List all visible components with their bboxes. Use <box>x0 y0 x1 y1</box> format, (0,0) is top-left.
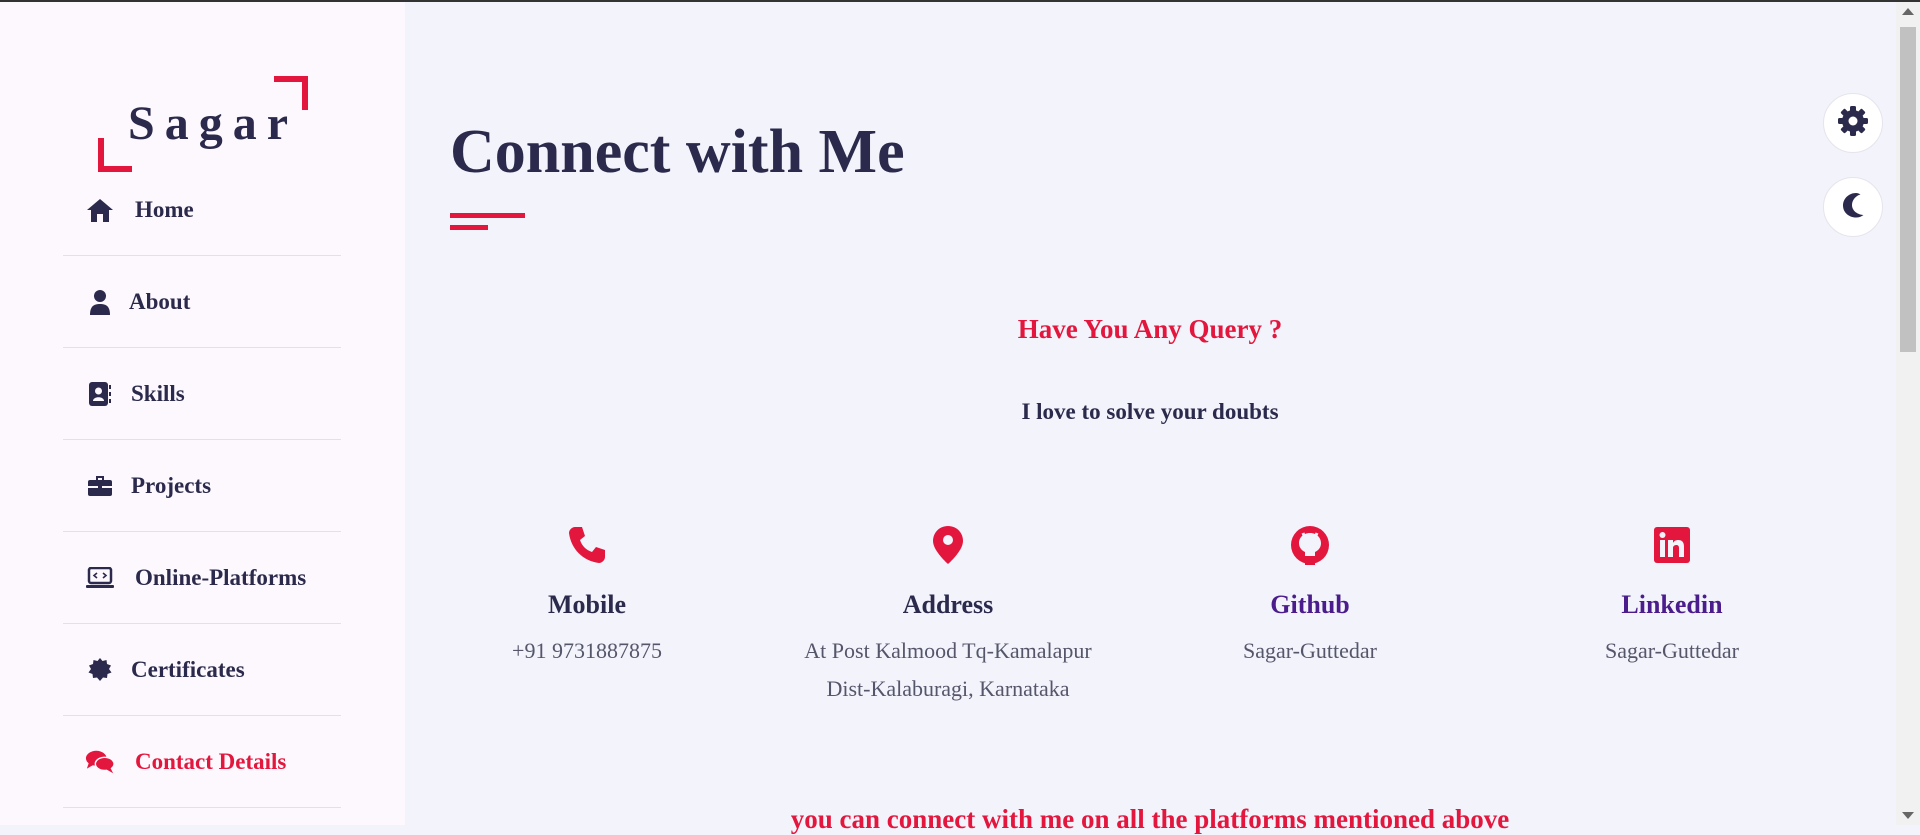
sidebar-item-home[interactable]: Home <box>63 164 341 256</box>
contact-card-line: Dist-Kalaburagi, Karnataka <box>826 676 1070 701</box>
title-underline-long <box>450 213 525 218</box>
settings-button[interactable] <box>1823 93 1883 153</box>
github-link[interactable]: Github <box>1130 590 1490 620</box>
briefcase-icon <box>85 471 115 501</box>
contact-card-line: Sagar-Guttedar <box>1243 638 1377 663</box>
contact-card-title: Address <box>902 590 994 619</box>
sidebar-item-label: Certificates <box>131 656 245 682</box>
page-title: Connect with Me <box>450 118 905 186</box>
address-book-icon <box>85 379 115 409</box>
user-icon <box>85 287 115 317</box>
phone-icon <box>407 522 767 568</box>
contact-card-linkedin[interactable]: Linkedin Sagar-Guttedar <box>1492 522 1852 670</box>
logo-text: Sagar <box>128 97 298 150</box>
map-marker-icon <box>768 522 1128 568</box>
gear-icon <box>1837 105 1869 142</box>
bottom-note: you can connect with me on all the platf… <box>790 804 1510 834</box>
moon-icon <box>1839 191 1867 224</box>
page-scrollbar[interactable] <box>1896 2 1920 825</box>
contact-card-line: Sagar-Guttedar <box>1605 638 1739 663</box>
contact-card-text: Sagar-Guttedar <box>1130 632 1490 670</box>
sidebar-item-certificates[interactable]: Certificates <box>63 624 341 716</box>
sidebar: Sagar Home About Skills Projects Online-… <box>0 2 405 825</box>
sidebar-item-contact-details[interactable]: Contact Details <box>63 716 341 808</box>
theme-toggle-button[interactable] <box>1823 177 1883 237</box>
logo[interactable]: Sagar <box>98 76 308 172</box>
linkedin-icon <box>1492 522 1852 568</box>
sidebar-item-projects[interactable]: Projects <box>63 440 341 532</box>
scroll-down-arrow-icon[interactable] <box>1902 812 1914 819</box>
sidebar-item-label: Projects <box>131 472 212 498</box>
comments-icon <box>85 747 115 777</box>
contact-card-github[interactable]: Github Sagar-Guttedar <box>1130 522 1490 670</box>
sidebar-item-label: About <box>129 288 191 314</box>
sidebar-item-label: Contact Details <box>135 748 287 774</box>
sidebar-item-label: Skills <box>131 380 185 406</box>
sidebar-item-about[interactable]: About <box>63 256 341 348</box>
scroll-up-arrow-icon[interactable] <box>1902 8 1914 15</box>
sidebar-item-skills[interactable]: Skills <box>63 348 341 440</box>
title-underline-short <box>450 225 488 230</box>
contact-card-line: At Post Kalmood Tq-Kamalapur <box>804 638 1092 663</box>
linkedin-link[interactable]: Linkedin <box>1492 590 1852 620</box>
certificate-icon <box>85 655 115 685</box>
contact-card-line: +91 9731887875 <box>512 638 662 663</box>
scrollbar-thumb[interactable] <box>1900 27 1916 352</box>
contact-card-text: +91 9731887875 <box>407 632 767 670</box>
sidebar-item-label: Online-Platforms <box>135 564 307 590</box>
sidebar-item-online-platforms[interactable]: Online-Platforms <box>63 532 341 624</box>
contact-card-text: Sagar-Guttedar <box>1492 632 1852 670</box>
sidebar-item-label: Home <box>135 196 194 222</box>
contact-card-mobile: Mobile +91 9731887875 <box>407 522 767 670</box>
home-icon <box>85 195 115 225</box>
contact-card-title: Mobile <box>548 590 626 619</box>
github-icon <box>1130 522 1490 568</box>
subtitle: I love to solve your doubts <box>1021 399 1279 424</box>
query-heading: Have You Any Query ? <box>1017 314 1283 344</box>
contact-card-address: Address At Post Kalmood Tq-Kamalapur Dis… <box>768 522 1128 708</box>
main-content: Connect with Me Have You Any Query ? I l… <box>405 2 1895 834</box>
laptop-code-icon <box>85 563 115 593</box>
contact-card-text: At Post Kalmood Tq-Kamalapur Dist-Kalabu… <box>768 632 1128 708</box>
sidebar-nav: Home About Skills Projects Online-Platfo… <box>63 164 341 808</box>
